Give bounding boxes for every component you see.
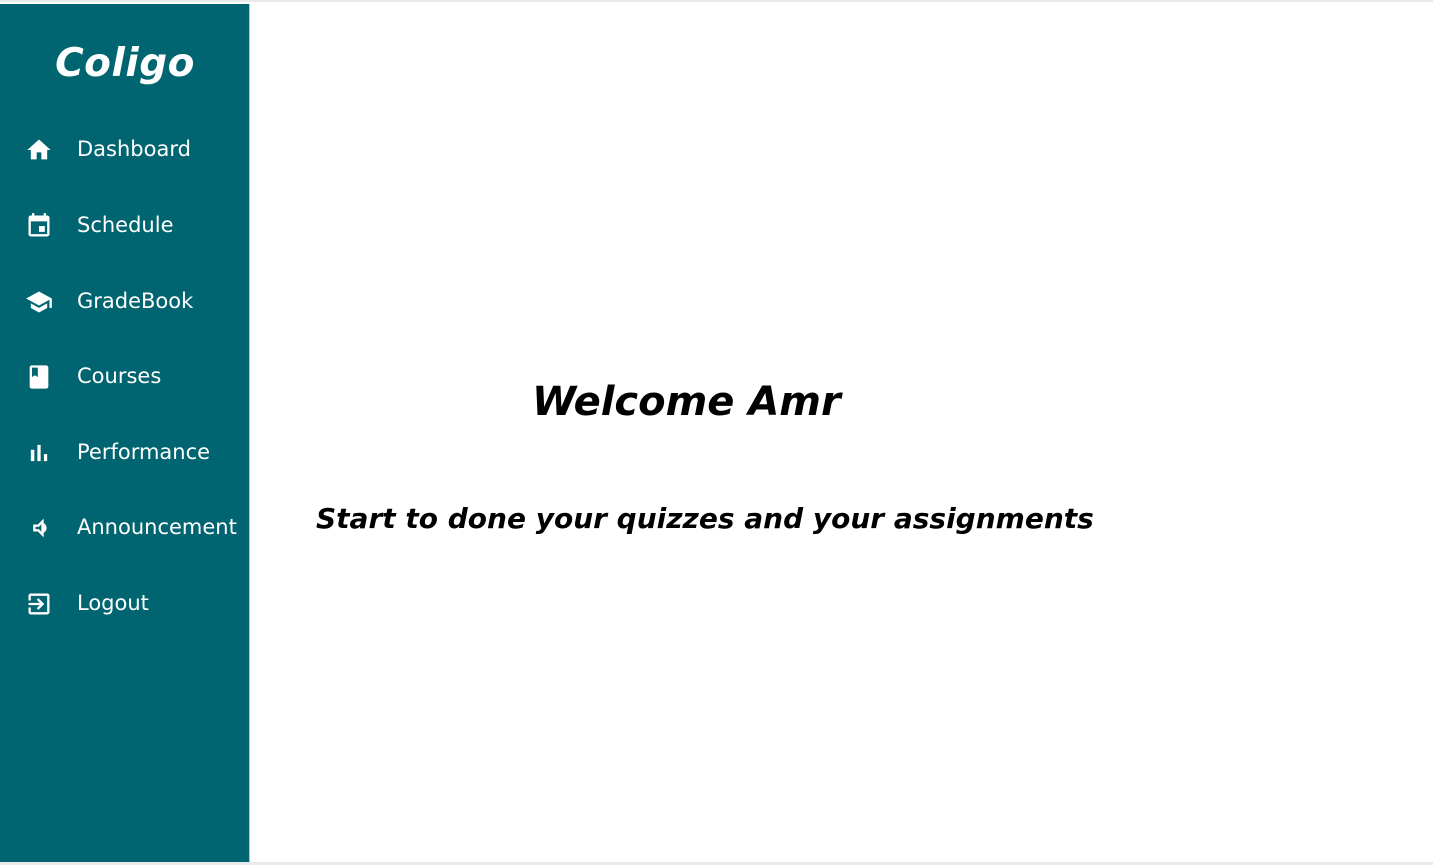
sidebar-item-announcement[interactable]: Announcement [0,501,250,553]
sidebar-item-label: Dashboard [77,137,191,161]
app-frame: Coligo Dashboard Schedule GradeBook Cour… [0,0,1433,865]
main-content: Welcome Amr Start to done your quizzes a… [251,4,1433,862]
welcome-subtitle: Start to done your quizzes and your assi… [316,502,1094,535]
sidebar-item-logout[interactable]: Logout [0,577,250,629]
welcome-heading: Welcome Amr [532,379,841,425]
sidebar-item-dashboard[interactable]: Dashboard [0,123,250,175]
sidebar-item-label: Logout [77,591,149,615]
home-icon [25,136,53,164]
sidebar-item-label: Courses [77,364,162,388]
brand-logo[interactable]: Coligo [0,40,250,88]
sidebar-item-label: Performance [77,440,211,464]
speaker-icon [25,514,53,542]
book-icon [25,363,53,391]
calendar-icon [25,212,53,240]
logout-icon [25,590,53,618]
sidebar-item-gradebook[interactable]: GradeBook [0,275,250,327]
sidebar-item-courses[interactable]: Courses [0,350,250,402]
graduation-cap-icon [25,288,53,316]
sidebar-item-performance[interactable]: Performance [0,426,250,478]
bar-chart-icon [25,439,53,467]
sidebar-item-schedule[interactable]: Schedule [0,199,250,251]
sidebar: Coligo Dashboard Schedule GradeBook Cour… [0,4,250,862]
sidebar-item-label: Schedule [77,213,174,237]
sidebar-item-label: GradeBook [77,289,194,313]
sidebar-item-label: Announcement [77,515,237,539]
